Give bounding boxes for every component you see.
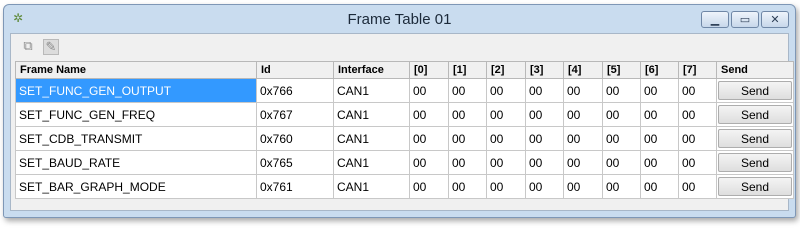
byte-cell[interactable]: 00 bbox=[640, 126, 679, 151]
close-icon: ✕ bbox=[770, 13, 780, 26]
byte-cell[interactable]: 00 bbox=[602, 78, 641, 103]
byte-cell[interactable]: 00 bbox=[486, 150, 526, 175]
byte-cell[interactable]: 00 bbox=[409, 78, 449, 103]
column-header[interactable]: Id bbox=[256, 61, 334, 79]
id-cell[interactable]: 0x760 bbox=[256, 126, 334, 151]
column-header[interactable]: [4] bbox=[563, 61, 603, 79]
byte-cell[interactable]: 00 bbox=[678, 102, 717, 127]
byte-cell[interactable]: 00 bbox=[486, 102, 526, 127]
window-title: Frame Table 01 bbox=[347, 11, 452, 28]
column-header[interactable]: [1] bbox=[448, 61, 487, 79]
table-row[interactable]: SET_FUNC_GEN_FREQ 0x767 CAN1 00 00 00 00 00 00 00… bbox=[15, 102, 794, 127]
byte-cell[interactable]: 00 bbox=[563, 174, 603, 199]
byte-cell[interactable]: 00 bbox=[678, 150, 717, 175]
frame-name-cell[interactable]: SET_FUNC_GEN_FREQ bbox=[15, 102, 257, 127]
byte-cell[interactable]: 00 bbox=[563, 126, 603, 151]
table-header-row: Frame Name Id Interface [0] [1] [2] [3] [4] [5][… bbox=[15, 61, 794, 79]
column-header[interactable]: [0] bbox=[409, 61, 449, 79]
column-header[interactable]: [3] bbox=[525, 61, 564, 79]
byte-cell[interactable]: 00 bbox=[486, 126, 526, 151]
maximize-button[interactable]: ▭ bbox=[731, 11, 759, 28]
byte-cell[interactable]: 00 bbox=[640, 150, 679, 175]
send-button[interactable]: Send bbox=[718, 153, 792, 172]
client-area: ⧉ ✎ Frame Name Id Interface [0] [1] [2] [3] [4]… bbox=[10, 33, 794, 211]
send-cell: Send bbox=[716, 150, 794, 175]
byte-cell[interactable]: 00 bbox=[602, 102, 641, 127]
id-cell[interactable]: 0x761 bbox=[256, 174, 334, 199]
byte-cell[interactable]: 00 bbox=[486, 78, 526, 103]
id-cell[interactable]: 0x767 bbox=[256, 102, 334, 127]
close-button[interactable]: ✕ bbox=[761, 11, 789, 28]
table-body: SET_FUNC_GEN_OUTPUT 0x766 CAN1 00 00 00 00 00 00… bbox=[15, 78, 794, 199]
byte-cell[interactable]: 00 bbox=[409, 174, 449, 199]
byte-cell[interactable]: 00 bbox=[678, 174, 717, 199]
byte-cell[interactable]: 00 bbox=[640, 78, 679, 103]
new-frame-icon[interactable]: ⧉ bbox=[20, 39, 36, 55]
byte-cell[interactable]: 00 bbox=[448, 126, 487, 151]
byte-cell[interactable]: 00 bbox=[563, 78, 603, 103]
column-header[interactable]: [5] bbox=[602, 61, 641, 79]
byte-cell[interactable]: 00 bbox=[448, 150, 487, 175]
frame-table-window: ✲ Frame Table 01 ▁ ▭ ✕ ⧉ ✎ Frame Name Id I… bbox=[3, 4, 796, 218]
edit-frame-icon[interactable]: ✎ bbox=[43, 39, 59, 55]
byte-cell[interactable]: 00 bbox=[563, 102, 603, 127]
byte-cell[interactable]: 00 bbox=[640, 174, 679, 199]
byte-cell[interactable]: 00 bbox=[525, 150, 564, 175]
byte-cell[interactable]: 00 bbox=[678, 126, 717, 151]
table-row[interactable]: SET_BAR_GRAPH_MODE 0x761 CAN1 00 00 00 00 00 00 0… bbox=[15, 174, 794, 199]
byte-cell[interactable]: 00 bbox=[640, 102, 679, 127]
byte-cell[interactable]: 00 bbox=[525, 78, 564, 103]
frame-name-cell[interactable]: SET_CDB_TRANSMIT bbox=[15, 126, 257, 151]
title-bar[interactable]: ✲ Frame Table 01 ▁ ▭ ✕ bbox=[4, 5, 795, 33]
send-cell: Send bbox=[716, 102, 794, 127]
column-header[interactable]: [7] bbox=[678, 61, 717, 79]
minimize-icon: ▁ bbox=[710, 13, 720, 26]
byte-cell[interactable]: 00 bbox=[563, 150, 603, 175]
frame-name-cell[interactable]: SET_BAUD_RATE bbox=[15, 150, 257, 175]
interface-cell[interactable]: CAN1 bbox=[333, 102, 410, 127]
column-header[interactable]: Interface bbox=[333, 61, 410, 79]
maximize-icon: ▭ bbox=[739, 13, 751, 26]
send-cell: Send bbox=[716, 78, 794, 103]
table-row[interactable]: SET_BAUD_RATE 0x765 CAN1 00 00 00 00 00 00 00 00 Se… bbox=[15, 150, 794, 175]
byte-cell[interactable]: 00 bbox=[602, 174, 641, 199]
byte-cell[interactable]: 00 bbox=[409, 150, 449, 175]
frame-table: Frame Name Id Interface [0] [1] [2] [3] [4] [5][… bbox=[15, 61, 794, 199]
byte-cell[interactable]: 00 bbox=[525, 126, 564, 151]
interface-cell[interactable]: CAN1 bbox=[333, 126, 410, 151]
send-button[interactable]: Send bbox=[718, 177, 792, 196]
column-header[interactable]: Send bbox=[716, 61, 794, 79]
table-row[interactable]: SET_FUNC_GEN_OUTPUT 0x766 CAN1 00 00 00 00 00 00… bbox=[15, 78, 794, 103]
send-button[interactable]: Send bbox=[718, 129, 792, 148]
send-button[interactable]: Send bbox=[718, 105, 792, 124]
byte-cell[interactable]: 00 bbox=[409, 126, 449, 151]
send-cell: Send bbox=[716, 126, 794, 151]
frame-name-cell[interactable]: SET_BAR_GRAPH_MODE bbox=[15, 174, 257, 199]
interface-cell[interactable]: CAN1 bbox=[333, 150, 410, 175]
interface-cell[interactable]: CAN1 bbox=[333, 78, 410, 103]
byte-cell[interactable]: 00 bbox=[525, 174, 564, 199]
byte-cell[interactable]: 00 bbox=[448, 78, 487, 103]
id-cell[interactable]: 0x766 bbox=[256, 78, 334, 103]
id-cell[interactable]: 0x765 bbox=[256, 150, 334, 175]
column-header[interactable]: [6] bbox=[640, 61, 679, 79]
column-header[interactable]: Frame Name bbox=[15, 61, 257, 79]
byte-cell[interactable]: 00 bbox=[486, 174, 526, 199]
byte-cell[interactable]: 00 bbox=[448, 102, 487, 127]
byte-cell[interactable]: 00 bbox=[678, 78, 717, 103]
column-header[interactable]: [2] bbox=[486, 61, 526, 79]
send-button[interactable]: Send bbox=[718, 81, 792, 100]
frame-name-cell[interactable]: SET_FUNC_GEN_OUTPUT bbox=[15, 78, 257, 103]
byte-cell[interactable]: 00 bbox=[602, 126, 641, 151]
minimize-button[interactable]: ▁ bbox=[701, 11, 729, 28]
byte-cell[interactable]: 00 bbox=[409, 102, 449, 127]
byte-cell[interactable]: 00 bbox=[448, 174, 487, 199]
send-cell: Send bbox=[716, 174, 794, 199]
table-row[interactable]: SET_CDB_TRANSMIT 0x760 CAN1 00 00 00 00 00 00 00 0… bbox=[15, 126, 794, 151]
byte-cell[interactable]: 00 bbox=[602, 150, 641, 175]
interface-cell[interactable]: CAN1 bbox=[333, 174, 410, 199]
window-controls: ▁ ▭ ✕ bbox=[699, 11, 789, 28]
toolbar: ⧉ ✎ bbox=[11, 34, 788, 60]
byte-cell[interactable]: 00 bbox=[525, 102, 564, 127]
